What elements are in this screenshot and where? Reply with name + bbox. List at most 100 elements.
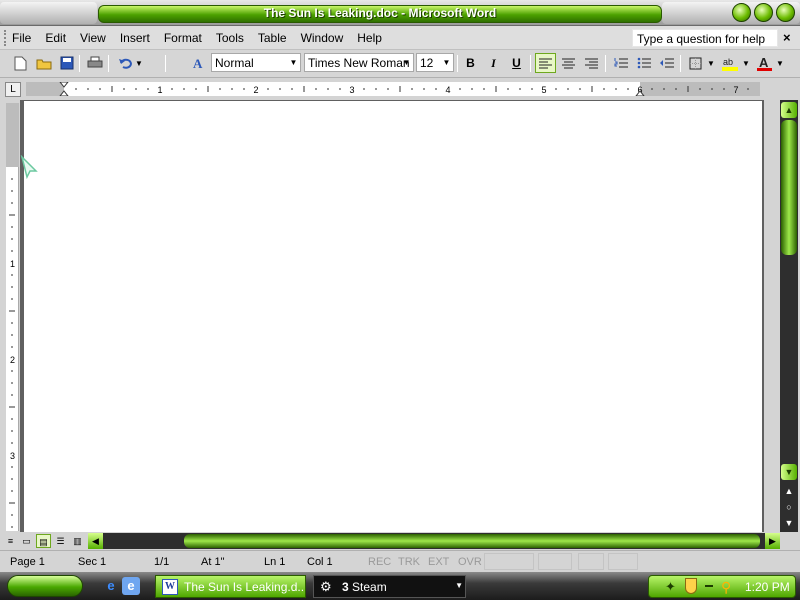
close-document-button[interactable]: ×: [783, 30, 791, 45]
menu-edit[interactable]: Edit: [45, 31, 66, 45]
font-size-value: 12: [420, 56, 434, 70]
network-icon[interactable]: ✦: [665, 579, 676, 595]
document-page[interactable]: [20, 101, 762, 532]
scroll-right-button[interactable]: ▶: [765, 533, 780, 549]
save-icon: [60, 56, 73, 70]
vertical-ruler[interactable]: 1 2 3: [6, 103, 19, 531]
menu-view[interactable]: View: [80, 31, 106, 45]
horizontal-ruler-row: L 1 2 3 4 5 6 7: [0, 78, 800, 100]
steam-icon: ⚙: [320, 579, 332, 594]
align-right-button[interactable]: [581, 53, 602, 73]
borders-icon: [689, 57, 702, 69]
normal-view-icon[interactable]: ≡: [3, 534, 18, 548]
print-button[interactable]: [84, 53, 105, 73]
scroll-left-button[interactable]: ◀: [88, 533, 103, 549]
status-trk[interactable]: TRK: [398, 556, 420, 568]
taskbar-word-item[interactable]: W The Sun Is Leaking.d...: [155, 575, 306, 598]
open-button[interactable]: [33, 53, 54, 73]
toolbar-separator: [605, 55, 606, 72]
status-ovr[interactable]: OVR: [458, 556, 482, 568]
menu-file[interactable]: File: [12, 31, 31, 45]
status-bar: Page 1 Sec 1 1/1 At 1" Ln 1 Col 1 REC TR…: [0, 550, 800, 572]
vertical-scrollbar[interactable]: ▲ ▼ ▲ ○ ▼: [780, 100, 798, 532]
numbering-button[interactable]: [610, 53, 631, 73]
minimize-button[interactable]: [732, 3, 751, 22]
borders-button[interactable]: [685, 53, 706, 73]
bold-button[interactable]: B: [460, 53, 481, 73]
menu-grip[interactable]: [4, 30, 7, 46]
styles-button[interactable]: A: [188, 53, 209, 73]
italic-button[interactable]: I: [483, 53, 504, 73]
internet-explorer-icon[interactable]: e: [102, 577, 120, 595]
bullets-button[interactable]: [633, 53, 654, 73]
menu-format[interactable]: Format: [164, 31, 202, 45]
style-value: Normal: [215, 56, 254, 70]
window-title: The Sun Is Leaking.doc - Microsoft Word: [263, 6, 497, 20]
menu-window[interactable]: Window: [301, 31, 344, 45]
reading-layout-view-icon[interactable]: ▥: [70, 534, 85, 548]
scroll-down-button[interactable]: ▼: [781, 464, 797, 480]
clock[interactable]: 1:20 PM: [745, 580, 790, 594]
status-ext[interactable]: EXT: [428, 556, 449, 568]
outline-view-icon[interactable]: ☰: [53, 534, 68, 548]
align-center-button[interactable]: [558, 53, 579, 73]
highlight-dropdown-icon[interactable]: ▼: [740, 53, 752, 73]
align-left-button[interactable]: [535, 53, 556, 73]
svg-text:A: A: [759, 56, 769, 70]
vertical-scroll-thumb[interactable]: [781, 120, 797, 255]
vertical-ruler-ticks: 1 2 3: [9, 178, 15, 528]
toolbar-separator: [108, 55, 109, 72]
menu-table[interactable]: Table: [258, 31, 287, 45]
title-cap-left: [0, 2, 97, 24]
first-line-indent-marker: [59, 82, 69, 96]
tray-separator: [705, 585, 713, 587]
next-page-button[interactable]: ▼: [780, 516, 798, 531]
style-select[interactable]: Normal ▼: [211, 53, 301, 72]
mouse-pointer-icon: [20, 155, 38, 179]
horizontal-scroll-thumb[interactable]: [184, 534, 760, 548]
maximize-button[interactable]: [754, 3, 773, 22]
help-search-input[interactable]: Type a question for help: [632, 29, 778, 47]
toolbar: ▼ A Normal ▼ Times New Roman ▼ 12 ▼ B I …: [0, 50, 800, 78]
new-document-button[interactable]: [10, 53, 31, 73]
undo-dropdown-icon[interactable]: ▼: [133, 53, 145, 73]
search-icon[interactable]: ⚲: [721, 579, 731, 596]
taskbar-steam-item[interactable]: ⚙ 3 Steam ▼: [313, 575, 466, 598]
select-browse-object-button[interactable]: ○: [780, 500, 798, 515]
web-layout-view-icon[interactable]: ▭: [19, 534, 34, 548]
security-shield-icon[interactable]: [685, 578, 697, 594]
toolbar-separator: [165, 55, 166, 72]
status-rec[interactable]: REC: [368, 556, 391, 568]
styles-icon: A: [193, 56, 203, 70]
status-at: At 1": [201, 556, 225, 568]
font-select[interactable]: Times New Roman ▼: [304, 53, 414, 72]
menu-insert[interactable]: Insert: [120, 31, 150, 45]
title-bar[interactable]: W The Sun Is Leaking.doc - Microsoft Wor…: [0, 0, 800, 26]
menu-help[interactable]: Help: [357, 31, 382, 45]
undo-icon: [118, 58, 132, 69]
font-color-button[interactable]: A: [754, 53, 775, 73]
undo-button[interactable]: [114, 53, 135, 73]
save-button[interactable]: [56, 53, 77, 73]
close-window-button[interactable]: [776, 3, 795, 22]
horizontal-scroll-row: ≡ ▭ ▤ ☰ ▥ ◀ ▶: [0, 532, 800, 550]
font-size-select[interactable]: 12 ▼: [416, 53, 454, 72]
menu-tools[interactable]: Tools: [216, 31, 244, 45]
font-color-dropdown-icon[interactable]: ▼: [774, 53, 786, 73]
folder-icon: [36, 59, 51, 69]
highlight-button[interactable]: ab: [719, 53, 740, 73]
ruler-number: 3: [349, 85, 354, 95]
tab-selector[interactable]: L: [5, 82, 21, 97]
print-layout-view-icon[interactable]: ▤: [36, 534, 51, 548]
borders-dropdown-icon[interactable]: ▼: [705, 53, 717, 73]
previous-page-button[interactable]: ▲: [780, 484, 798, 499]
horizontal-scrollbar[interactable]: ◀ ▶: [88, 533, 780, 549]
show-desktop-icon[interactable]: e: [122, 577, 140, 595]
scroll-up-button[interactable]: ▲: [781, 102, 797, 118]
start-button[interactable]: [7, 575, 83, 597]
decrease-indent-button[interactable]: [656, 53, 677, 73]
underline-button[interactable]: U: [506, 53, 527, 73]
chevron-down-icon: ▼: [289, 58, 298, 67]
horizontal-ruler[interactable]: 1 2 3 4 5 6 7: [26, 82, 760, 96]
font-color-icon: A: [757, 56, 772, 71]
